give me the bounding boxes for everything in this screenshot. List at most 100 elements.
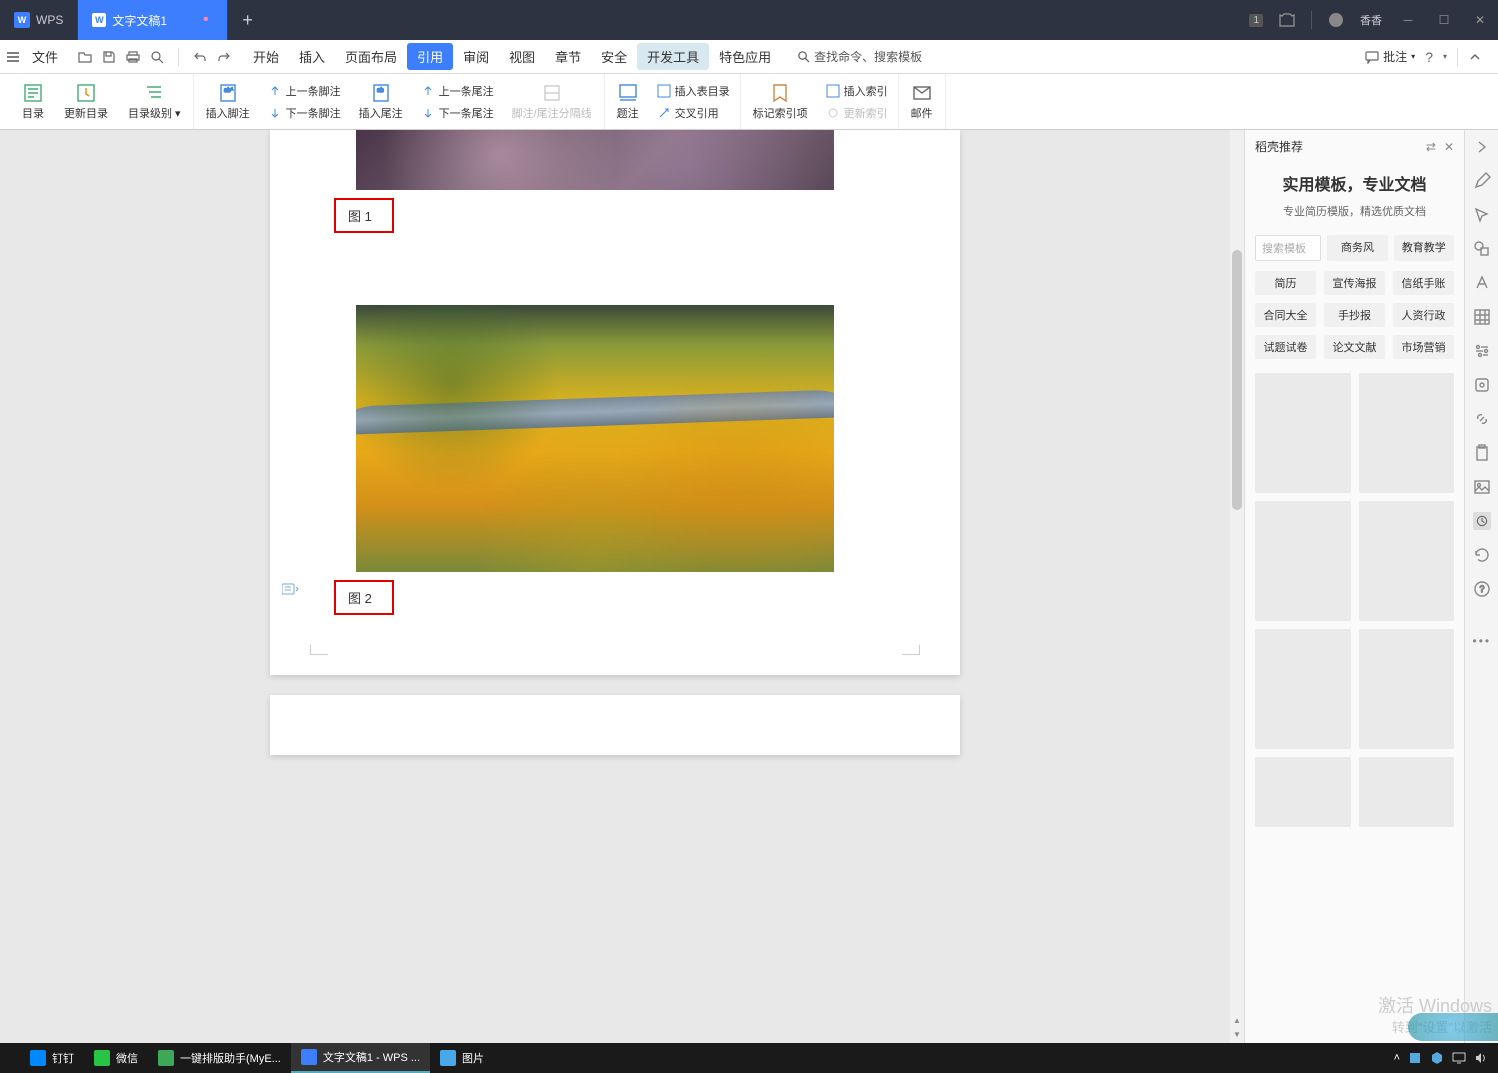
taskbar-app[interactable]: 图片 [430, 1043, 494, 1073]
template-thumb[interactable] [1359, 757, 1455, 827]
taskbar-app[interactable]: 钉钉 [20, 1043, 84, 1073]
template-thumb[interactable] [1359, 373, 1455, 493]
document-area[interactable]: 图 1 图 2 [0, 130, 1230, 1043]
menu-tab-3[interactable]: 引用 [407, 43, 453, 70]
template-thumb[interactable] [1255, 629, 1351, 749]
template-thumb[interactable] [1255, 501, 1351, 621]
tray-cube-icon[interactable] [1430, 1051, 1444, 1065]
template-search-input[interactable]: 搜索模板 [1255, 235, 1321, 261]
template-tag[interactable]: 手抄报 [1324, 303, 1385, 327]
vertical-scrollbar[interactable]: ▲ ▼ [1230, 130, 1244, 1043]
help-icon[interactable]: ? [1425, 49, 1433, 65]
taskbar-start[interactable] [0, 1043, 20, 1073]
insert-fig-toc-button[interactable]: 插入表目录 [655, 81, 732, 101]
preview-icon[interactable] [150, 50, 164, 64]
next-footnote-button[interactable]: 下一条脚注 [266, 103, 343, 123]
taskbar-app[interactable]: 一键排版助手(MyE... [148, 1043, 291, 1073]
taskbar-app[interactable]: 文字文稿1 - WPS ... [291, 1043, 430, 1073]
template-tag[interactable]: 人资行政 [1393, 303, 1454, 327]
caption-1[interactable]: 图 1 [334, 198, 394, 233]
select-icon[interactable] [1473, 206, 1491, 224]
text-style-icon[interactable] [1473, 274, 1491, 292]
toc-button[interactable]: 目录 [18, 81, 48, 123]
template-tag[interactable]: 市场营销 [1393, 335, 1454, 359]
cross-ref-button[interactable]: 交叉引用 [655, 103, 732, 123]
document-image-2[interactable] [356, 305, 834, 572]
redo-icon[interactable] [217, 50, 231, 64]
menu-tab-5[interactable]: 视图 [499, 43, 545, 70]
settings-icon[interactable] [1473, 342, 1491, 360]
prev-endnote-button[interactable]: 上一条尾注 [419, 81, 496, 101]
open-icon[interactable] [78, 50, 92, 64]
collapse-ribbon-icon[interactable] [1468, 50, 1482, 64]
wps-home-tab[interactable]: W WPS [0, 0, 78, 40]
template-tag[interactable]: 试题试卷 [1255, 335, 1316, 359]
insert-footnote-button[interactable]: ab1 插入脚注 [202, 81, 254, 123]
hide-panel-icon[interactable] [1473, 138, 1491, 156]
print-icon[interactable] [126, 50, 140, 64]
document-tab[interactable]: W 文字文稿1 • [78, 0, 227, 40]
template-thumb[interactable] [1359, 629, 1455, 749]
edit-icon[interactable] [1473, 172, 1491, 190]
user-name[interactable]: 香香 [1360, 12, 1382, 28]
menu-tab-1[interactable]: 插入 [289, 43, 335, 70]
template-icon[interactable] [1473, 512, 1491, 530]
panel-tab-business[interactable]: 商务风 [1327, 235, 1387, 261]
help-strip-icon[interactable]: ? [1473, 580, 1491, 598]
search-command[interactable]: 查找命令、搜索模板 [797, 48, 922, 65]
caption-button[interactable]: 题注 [613, 81, 643, 123]
update-toc-button[interactable]: 更新目录 [60, 81, 112, 123]
insert-index-button[interactable]: 插入索引 [824, 81, 890, 101]
caption-2[interactable]: 图 2 [334, 580, 394, 615]
template-thumb[interactable] [1255, 757, 1351, 827]
new-tab-button[interactable]: + [228, 0, 268, 40]
paragraph-options-icon[interactable] [282, 582, 300, 596]
tray-up-icon[interactable]: ˄ [1394, 1052, 1400, 1064]
template-thumb[interactable] [1255, 373, 1351, 493]
document-image-1[interactable] [356, 130, 834, 190]
panel-menu-icon[interactable]: ⇄ [1426, 140, 1436, 154]
menu-tab-7[interactable]: 安全 [591, 43, 637, 70]
mail-button[interactable]: 邮件 [907, 81, 937, 123]
menu-tab-0[interactable]: 开始 [243, 43, 289, 70]
template-tag[interactable]: 宣传海报 [1324, 271, 1385, 295]
table-icon[interactable] [1473, 308, 1491, 326]
user-avatar-icon[interactable] [1328, 12, 1344, 28]
menu-tab-2[interactable]: 页面布局 [335, 43, 407, 70]
clipboard-icon[interactable] [1473, 444, 1491, 462]
template-tag[interactable]: 信纸手账 [1393, 271, 1454, 295]
mark-index-button[interactable]: 标记索引项 [749, 81, 812, 123]
scrollbar-thumb[interactable] [1232, 250, 1242, 510]
tray-monitor-icon[interactable] [1452, 1051, 1466, 1065]
menu-tab-6[interactable]: 章节 [545, 43, 591, 70]
shape-icon[interactable] [1473, 240, 1491, 258]
panel-tab-education[interactable]: 教育教学 [1394, 235, 1454, 261]
menu-tab-8[interactable]: 开发工具 [637, 43, 709, 70]
minimize-button[interactable]: ─ [1390, 0, 1426, 40]
template-thumb[interactable] [1359, 501, 1455, 621]
scroll-down-icon[interactable]: ▼ [1233, 1030, 1241, 1039]
template-tag[interactable]: 合同大全 [1255, 303, 1316, 327]
toc-level-button[interactable]: 目录级别 ▾ [124, 81, 185, 123]
close-button[interactable]: ✕ [1462, 0, 1498, 40]
file-menu[interactable]: 文件 [30, 43, 68, 70]
refresh-icon[interactable] [1473, 546, 1491, 564]
tray-volume-icon[interactable] [1474, 1051, 1488, 1065]
more-icon[interactable]: ••• [1473, 634, 1491, 652]
menu-tab-4[interactable]: 审阅 [453, 43, 499, 70]
menu-tab-9[interactable]: 特色应用 [709, 43, 781, 70]
link-icon[interactable] [1473, 410, 1491, 428]
undo-icon[interactable] [193, 50, 207, 64]
scroll-up-icon[interactable]: ▲ [1233, 1016, 1241, 1025]
template-tag[interactable]: 论文文献 [1324, 335, 1385, 359]
menu-icon[interactable] [6, 50, 20, 64]
panel-close-icon[interactable]: ✕ [1444, 140, 1454, 154]
skin-icon[interactable] [1279, 12, 1295, 28]
image-icon[interactable] [1473, 478, 1491, 496]
tray-icon[interactable] [1408, 1051, 1422, 1065]
next-endnote-button[interactable]: 下一条尾注 [419, 103, 496, 123]
save-icon[interactable] [102, 50, 116, 64]
template-tag[interactable]: 简历 [1255, 271, 1316, 295]
notification-badge[interactable]: 1 [1249, 14, 1263, 27]
maximize-button[interactable]: ☐ [1426, 0, 1462, 40]
